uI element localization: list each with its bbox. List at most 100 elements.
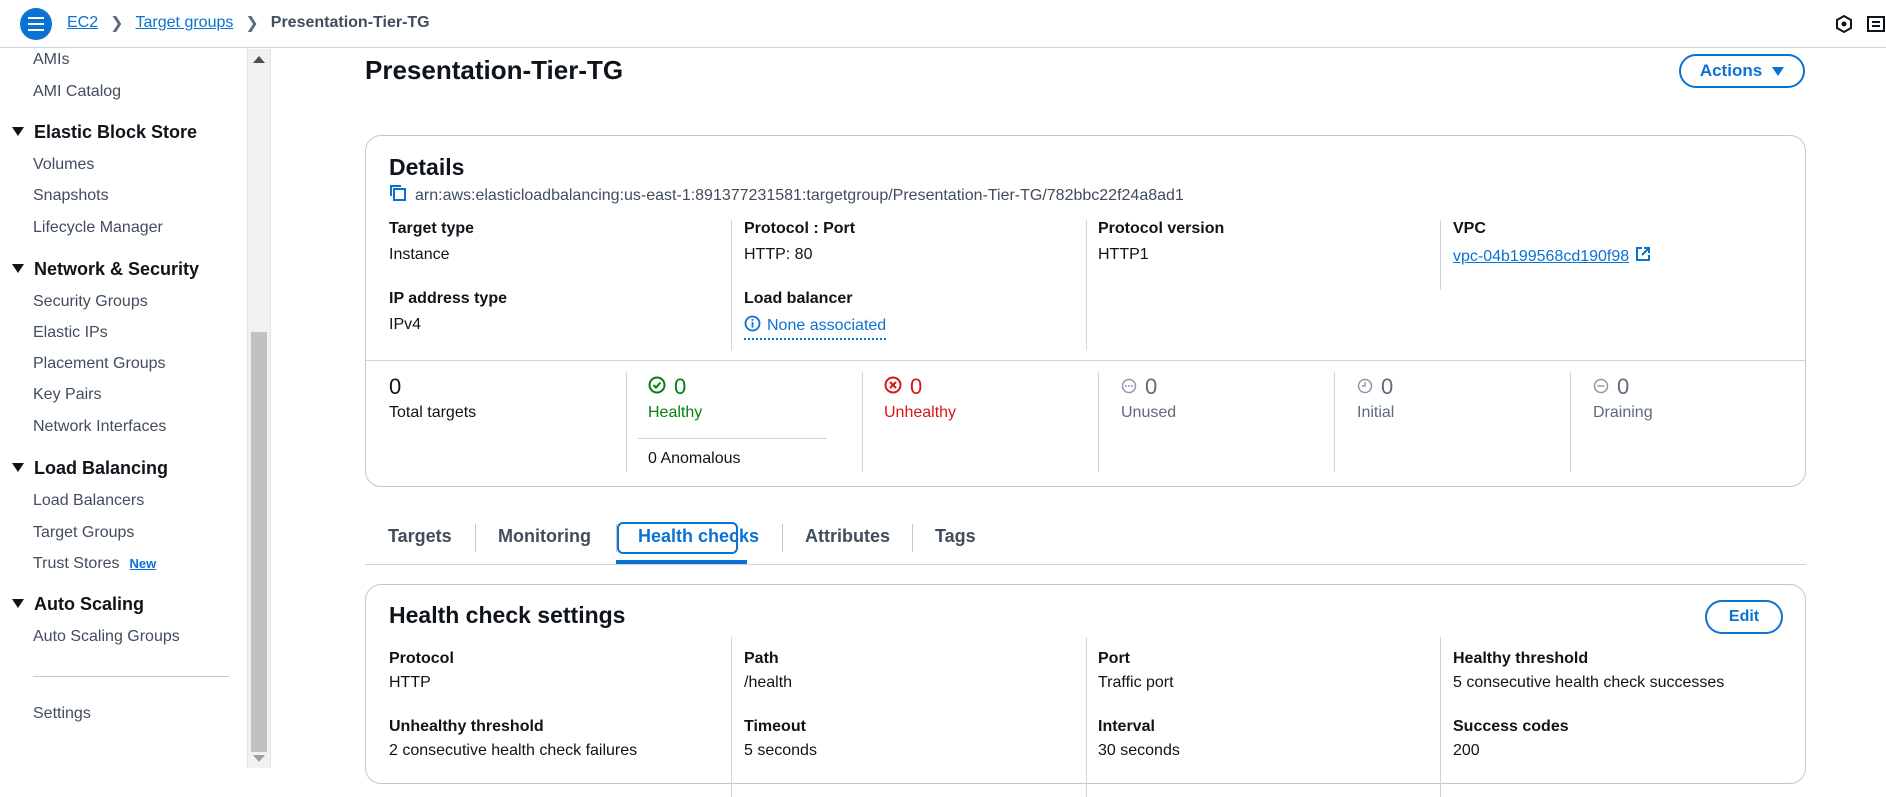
breadcrumb: EC2 ❯ Target groups ❯ Presentation-Tier-… [67,13,430,33]
column-divider [862,372,863,472]
edit-button[interactable]: Edit [1705,600,1783,634]
settings-hex-icon[interactable] [1834,14,1854,34]
column-divider [1334,372,1335,472]
draining-count: 0 [1593,374,1629,400]
hc-unhealthy-threshold-label: Unhealthy threshold [389,718,544,735]
sidebar-item-placement-groups[interactable]: Placement Groups [33,355,166,373]
top-breadcrumb-bar: EC2 ❯ Target groups ❯ Presentation-Tier-… [0,0,1886,48]
scroll-up-arrow-icon[interactable] [253,56,265,63]
draining-count-value: 0 [1617,374,1630,399]
sidebar-section-elastic-block-store[interactable]: Elastic Block Store [12,122,197,143]
load-balancer-label: Load balancer [744,290,853,307]
tab-separator [912,524,913,552]
caret-down-icon [12,463,24,472]
sidebar-item-snapshots[interactable]: Snapshots [33,187,109,205]
sidebar-section-auto-scaling[interactable]: Auto Scaling [12,594,144,615]
scrollbar-thumb[interactable] [251,332,267,752]
sidebar-item-auto-scaling-groups[interactable]: Auto Scaling Groups [33,628,180,646]
breadcrumb-target-groups[interactable]: Target groups [136,14,234,32]
details-card: Details arn:aws:elasticloadbalancing:us-… [365,135,1806,487]
healthy-count: 0 [648,374,686,400]
tab-active-indicator [616,560,747,564]
sidebar-item-settings[interactable]: Settings [33,705,91,723]
breadcrumb-current: Presentation-Tier-TG [270,14,430,31]
column-divider [731,220,732,350]
hc-path-value: /health [744,674,793,691]
vpc-value[interactable]: vpc-04b199568cd190f98 [1453,246,1651,267]
sidebar-section-network-security[interactable]: Network & Security [12,259,199,280]
initial-count: 0 [1357,374,1393,400]
section-title: Elastic Block Store [34,122,198,142]
sidebar-section-load-balancing[interactable]: Load Balancing [12,458,168,479]
caret-down-icon [12,264,24,273]
target-type-value: Instance [389,246,450,263]
hc-interval-value: 30 seconds [1098,742,1180,759]
sidebar-divider [33,676,229,677]
new-badge[interactable]: New [130,556,157,571]
ip-address-type-label: IP address type [389,290,507,307]
tab-attributes[interactable]: Attributes [805,526,890,547]
hc-success-codes-label: Success codes [1453,718,1569,735]
copy-icon[interactable] [389,184,407,207]
hc-timeout-label: Timeout [744,718,806,735]
ip-address-type-value: IPv4 [389,316,422,333]
error-circle-icon [884,374,902,400]
hamburger-menu-icon[interactable] [20,8,52,40]
breadcrumb-ec2[interactable]: EC2 [67,14,98,32]
hc-protocol-label: Protocol [389,650,454,667]
protocol-version-value: HTTP1 [1098,246,1149,263]
sidebar-item-target-groups[interactable]: Target Groups [33,524,134,542]
healthy-divider [638,438,827,439]
sidebar-item-load-balancers[interactable]: Load Balancers [33,492,144,510]
health-check-title: Health check settings [389,602,626,628]
sidebar-item-ami-catalog[interactable]: AMI Catalog [33,83,121,101]
sidebar-item-security-groups[interactable]: Security Groups [33,293,148,311]
total-targets-count: 0 [389,374,402,399]
protocol-version-label: Protocol version [1098,220,1225,237]
column-divider [1098,372,1099,472]
arn-row: arn:aws:elasticloadbalancing:us-east-1:8… [389,184,1184,207]
hc-path-label: Path [744,650,779,667]
section-title: Load Balancing [34,458,169,478]
unused-count-value: 0 [1145,374,1158,399]
actions-button[interactable]: Actions [1679,54,1805,88]
external-link-icon [1635,246,1651,267]
hc-protocol-value: HTTP [389,674,431,691]
vpc-link[interactable]: vpc-04b199568cd190f98 [1453,248,1629,266]
clock-icon [1357,374,1373,400]
tab-targets[interactable]: Targets [388,526,452,547]
hc-port-label: Port [1098,650,1130,667]
hc-healthy-threshold-label: Healthy threshold [1453,650,1589,667]
load-balancer-link: None associated [767,317,887,334]
info-icon [744,315,761,337]
actions-label: Actions [1699,61,1763,80]
page-title: Presentation-Tier-TG [365,55,624,85]
sidebar-item-amis[interactable]: AMIs [33,51,69,69]
tab-monitoring[interactable]: Monitoring [498,526,591,547]
sidebar-item-elastic-ips[interactable]: Elastic IPs [33,324,108,342]
sidebar-item-trust-stores[interactable]: Trust Stores New [33,555,156,573]
hc-unhealthy-threshold-value: 2 consecutive health check failures [389,742,638,759]
tab-bar: Targets Monitoring Health checks Attribu… [365,520,1806,565]
section-title: Auto Scaling [34,594,145,614]
load-balancer-value[interactable]: None associated [744,315,887,340]
column-divider [731,637,732,797]
scroll-down-arrow-icon[interactable] [253,755,265,762]
column-divider [1440,637,1441,797]
column-divider [1086,637,1087,797]
sidebar-item-network-interfaces[interactable]: Network Interfaces [33,418,166,436]
sidebar-scrollbar[interactable] [247,49,271,768]
tab-separator [782,524,783,552]
hc-interval-label: Interval [1098,718,1155,735]
column-divider [626,372,627,472]
panel-icon[interactable] [1866,14,1886,34]
unhealthy-count: 0 [884,374,922,400]
sidebar-item-key-pairs[interactable]: Key Pairs [33,386,101,404]
tab-health-checks[interactable]: Health checks [638,526,759,547]
sidebar-item-lifecycle-manager[interactable]: Lifecycle Manager [33,219,163,237]
column-divider [1570,372,1571,472]
tab-tags[interactable]: Tags [935,526,976,547]
healthy-label: Healthy [648,404,703,421]
initial-label: Initial [1357,404,1395,421]
sidebar-item-volumes[interactable]: Volumes [33,156,94,174]
